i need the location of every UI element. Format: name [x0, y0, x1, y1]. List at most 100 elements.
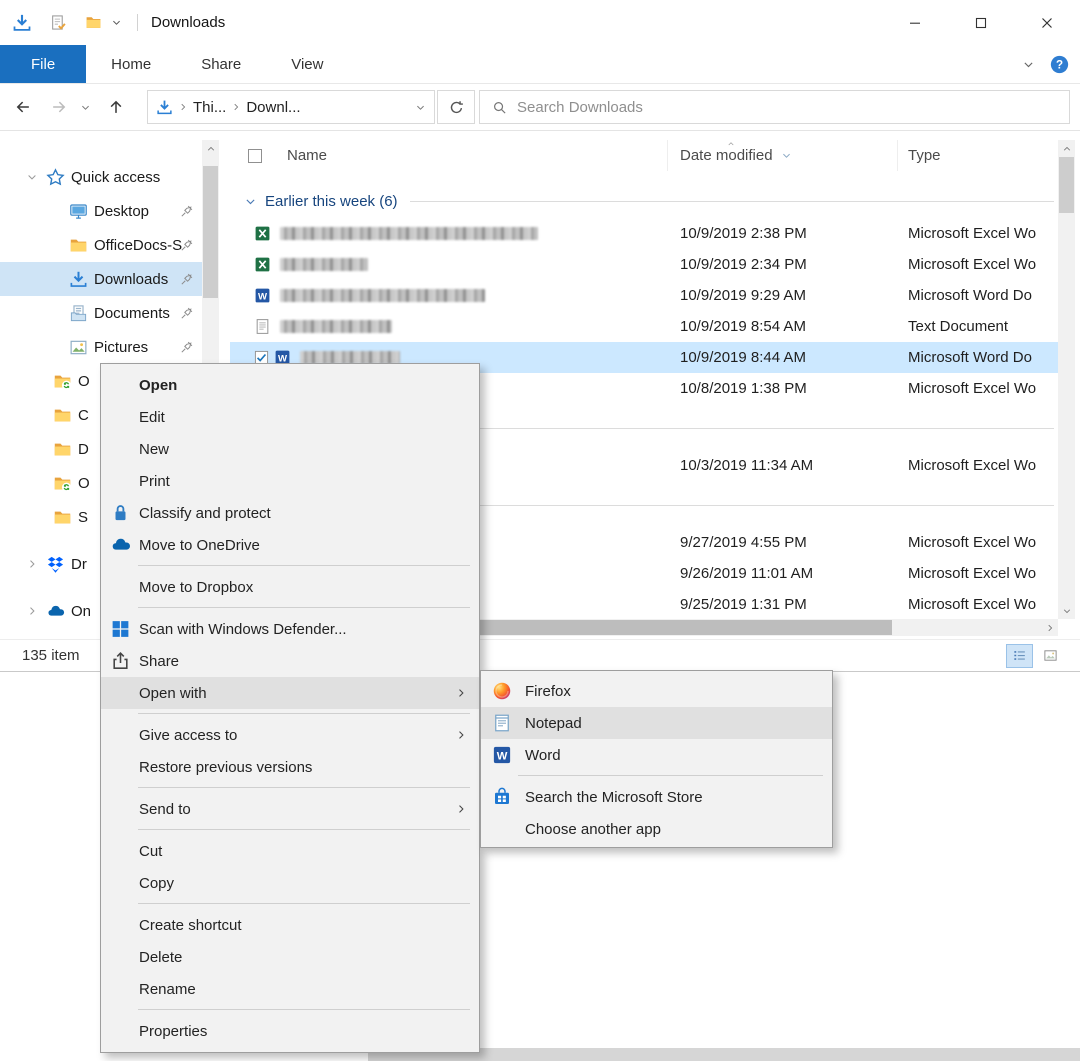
forward-button[interactable] — [50, 98, 68, 116]
menu-item-delete[interactable]: Delete — [101, 941, 479, 973]
tab-file[interactable]: File — [0, 45, 86, 83]
chevron-right-icon[interactable] — [26, 558, 38, 570]
menu-item-restore-previous-versions[interactable]: Restore previous versions — [101, 751, 479, 783]
menu-item-scan-with-windows-defender[interactable]: Scan with Windows Defender... — [101, 613, 479, 645]
search-input[interactable] — [517, 99, 1057, 116]
chevron-right-icon[interactable] — [26, 605, 38, 617]
menu-item-edit[interactable]: Edit — [101, 401, 479, 433]
chevron-down-icon[interactable] — [26, 171, 38, 183]
column-header-type[interactable]: Type — [898, 140, 1058, 171]
menu-item-open-with[interactable]: Open with — [101, 677, 479, 709]
sidebar-item-quick-access[interactable]: Quick access — [0, 160, 202, 194]
redacted-file-name — [280, 227, 538, 240]
group-rule — [410, 201, 1054, 202]
tab-view[interactable]: View — [266, 45, 348, 83]
up-button[interactable] — [107, 98, 125, 116]
menu-item-give-access-to[interactable]: Give access to — [101, 719, 479, 751]
menu-item-move-to-dropbox[interactable]: Move to Dropbox — [101, 571, 479, 603]
screen: { "window": { "title": "Downloads", "sta… — [0, 0, 1080, 1061]
address-bar[interactable]: Thi... Downl... — [147, 90, 435, 124]
group-collapse-chevron-icon[interactable] — [244, 195, 257, 208]
menu-item-copy[interactable]: Copy — [101, 867, 479, 899]
file-row[interactable]: 10/9/2019 2:34 PMMicrosoft Excel Wo — [230, 249, 1058, 280]
svg-text:?: ? — [1056, 58, 1063, 71]
column-header-name[interactable]: Name — [230, 140, 668, 171]
address-dropdown-icon[interactable] — [415, 102, 426, 113]
sidebar-item-desktop[interactable]: Desktop — [0, 194, 202, 228]
sidebar-item-documents[interactable]: Documents — [0, 296, 202, 330]
column-filter-chevron-icon[interactable] — [781, 150, 792, 161]
back-button[interactable] — [14, 98, 32, 116]
expand-ribbon-icon[interactable] — [1022, 58, 1035, 71]
menu-item-firefox[interactable]: Firefox — [481, 675, 832, 707]
onedrive-icon — [110, 535, 131, 556]
large-icons-view-button[interactable] — [1037, 644, 1064, 668]
select-all-checkbox[interactable] — [247, 148, 263, 164]
menu-item-search-the-microsoft-store[interactable]: Search the Microsoft Store — [481, 781, 832, 813]
file-row[interactable]: 10/9/2019 8:54 AMText Document — [230, 311, 1058, 342]
sidebar-scrollbar-thumb[interactable] — [203, 166, 218, 298]
menu-item-choose-another-app[interactable]: Choose another app — [481, 813, 832, 845]
details-view-button[interactable] — [1006, 644, 1033, 668]
maximize-icon — [975, 17, 987, 29]
menu-item-label: Word — [525, 747, 561, 764]
vertical-scrollbar[interactable] — [1058, 140, 1075, 619]
scroll-up-arrow-icon[interactable] — [202, 140, 219, 157]
vertical-scrollbar-thumb[interactable] — [1059, 157, 1074, 213]
excel-icon — [254, 225, 271, 242]
sidebar-item-label: Quick access — [71, 169, 160, 186]
scroll-right-arrow-icon[interactable] — [1041, 619, 1058, 636]
refresh-button[interactable] — [437, 90, 475, 124]
tab-share[interactable]: Share — [176, 45, 266, 83]
recent-locations-chevron-icon[interactable] — [80, 102, 91, 113]
menu-item-print[interactable]: Print — [101, 465, 479, 497]
menu-item-classify-and-protect[interactable]: Classify and protect — [101, 497, 479, 529]
menu-item-label: Open — [139, 377, 177, 394]
file-row[interactable]: W10/9/2019 9:29 AMMicrosoft Word Do — [230, 280, 1058, 311]
menu-item-move-to-onedrive[interactable]: Move to OneDrive — [101, 529, 479, 561]
tab-home[interactable]: Home — [86, 45, 176, 83]
file-date-modified: 9/26/2019 11:01 AM — [668, 565, 898, 582]
maximize-button[interactable] — [948, 0, 1014, 45]
file-type: Microsoft Excel Wo — [898, 225, 1058, 242]
file-name-cell — [230, 318, 668, 335]
menu-item-send-to[interactable]: Send to — [101, 793, 479, 825]
sidebar-item-label: Downloads — [94, 271, 168, 288]
menu-item-rename[interactable]: Rename — [101, 973, 479, 1005]
menu-item-label: Classify and protect — [139, 505, 271, 522]
scroll-up-arrow-icon[interactable] — [1058, 140, 1075, 157]
breadcrumb-downloads[interactable]: Downl... — [246, 99, 300, 116]
menu-item-label: Search the Microsoft Store — [525, 789, 703, 806]
qat-customize-chevron-icon[interactable] — [111, 17, 122, 28]
menu-item-notepad[interactable]: Notepad — [481, 707, 832, 739]
titlebar-divider — [137, 14, 138, 31]
redacted-file-name — [280, 258, 368, 271]
file-row[interactable]: 10/9/2019 2:38 PMMicrosoft Excel Wo — [230, 218, 1058, 249]
menu-item-share[interactable]: Share — [101, 645, 479, 677]
help-icon[interactable]: ? — [1050, 55, 1069, 74]
menu-item-cut[interactable]: Cut — [101, 835, 479, 867]
menu-item-label: New — [139, 441, 169, 458]
new-folder-qat-button[interactable] — [85, 14, 102, 31]
menu-item-open[interactable]: Open — [101, 369, 479, 401]
menu-item-properties[interactable]: Properties — [101, 1015, 479, 1047]
search-box[interactable] — [479, 90, 1070, 124]
menu-item-create-shortcut[interactable]: Create shortcut — [101, 909, 479, 941]
close-button[interactable] — [1014, 0, 1080, 45]
group-header[interactable]: Earlier this week (6) — [230, 172, 1058, 218]
breadcrumb-this-pc[interactable]: Thi... — [193, 99, 226, 116]
sidebar-item-officedocs-s[interactable]: OfficeDocs-S — [0, 228, 202, 262]
scroll-down-arrow-icon[interactable] — [1058, 602, 1075, 619]
onedrive-icon — [46, 602, 65, 621]
sidebar-item-downloads[interactable]: Downloads — [0, 262, 202, 296]
documents-icon — [69, 304, 88, 323]
menu-item-new[interactable]: New — [101, 433, 479, 465]
menu-item-label: Notepad — [525, 715, 582, 732]
sidebar-item-pictures[interactable]: Pictures — [0, 330, 202, 364]
column-header-date-modified[interactable]: Date modified — [668, 140, 898, 171]
menu-item-word[interactable]: WWord — [481, 739, 832, 771]
column-header-name-label: Name — [287, 147, 327, 164]
pin-icon — [179, 340, 194, 355]
properties-qat-button[interactable] — [50, 14, 67, 31]
minimize-button[interactable] — [882, 0, 948, 45]
